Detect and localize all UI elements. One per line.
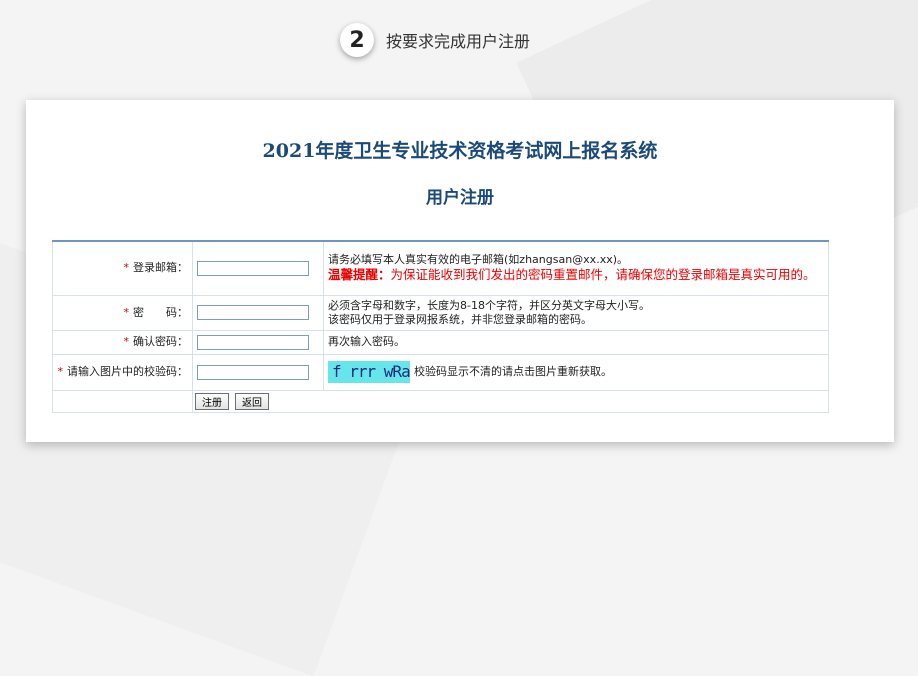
step-instruction: 按要求完成用户注册 [386,32,531,51]
captcha-row: * 请输入图片中的校验码： f rrr wRa 校验码显示不清的请点击图片重新获取。 [52,353,829,391]
registration-form: * 登录邮箱： 请务必填写本人真实有效的电子邮箱(如zhangsan@xx.xx)… [52,240,829,413]
email-label: * 登录邮箱： [52,240,193,296]
page-subtitle: 用户注册 [426,188,494,208]
confirm-row: * 确认密码： 再次输入密码。 [52,329,829,355]
confirm-password-input[interactable] [197,334,309,350]
password-input[interactable] [197,305,309,320]
password-label: * 密 码： [52,294,193,331]
email-warning: 温馨提醒：为保证能收到我们发出的密码重置邮件，请确保您的登录邮箱是真实可用的。 [328,267,816,283]
page-title: 2021年度卫生专业技术资格考试网上报名系统 [262,140,658,162]
captcha-image[interactable]: f rrr wRa [328,361,411,383]
back-button[interactable]: 返回 [235,392,269,410]
step-number-badge: 2 [340,23,374,57]
step-header: 2 按要求完成用户注册 [340,20,530,60]
button-row: 注册 返回 [52,389,829,413]
password-row: * 密 码： 必须含字母和数字，长度为8-18个字符，并区分英文字母大小写。 该密… [52,294,829,331]
password-hint-1: 必须含字母和数字，长度为8-18个字符，并区分英文字母大小写。 [328,298,650,312]
register-button[interactable]: 注册 [195,392,229,410]
registration-card: 2021年度卫生专业技术资格考试网上报名系统 用户注册 * 登录邮箱： 请务必填写… [26,100,894,442]
email-input[interactable] [197,260,309,276]
password-hint-2: 该密码仅用于登录网报系统，并非您登录邮箱的密码。 [328,312,592,326]
confirm-hint: 再次输入密码。 [323,329,829,355]
email-row: * 登录邮箱： 请务必填写本人真实有效的电子邮箱(如zhangsan@xx.xx)… [52,240,829,296]
confirm-label: * 确认密码： [52,329,193,355]
captcha-label: * 请输入图片中的校验码： [52,353,193,391]
captcha-input[interactable] [197,364,309,380]
captcha-hint: 校验码显示不清的请点击图片重新获取。 [414,365,612,378]
email-hint: 请务必填写本人真实有效的电子邮箱(如zhangsan@xx.xx)。 [328,253,629,267]
